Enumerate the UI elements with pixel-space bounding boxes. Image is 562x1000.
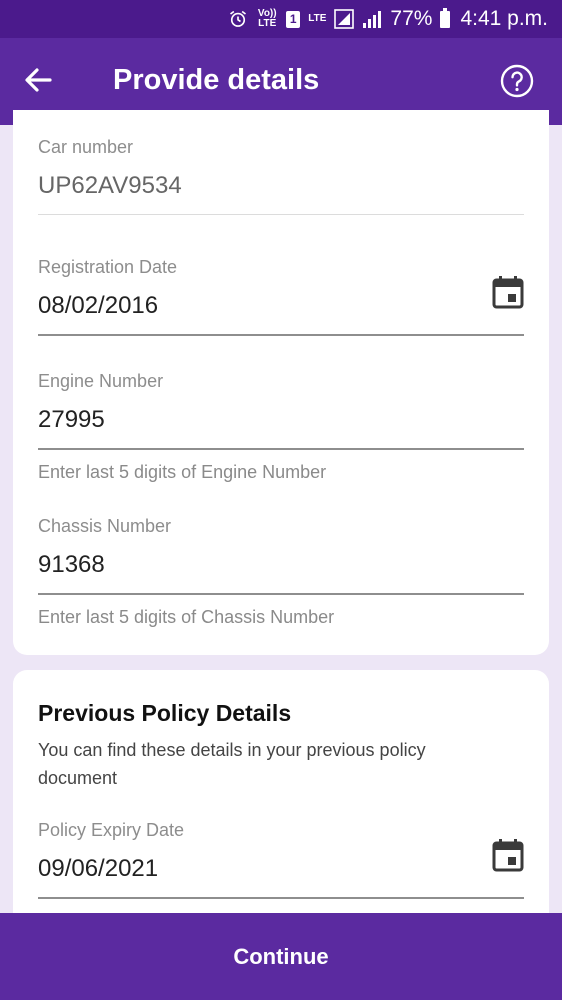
alarm-icon <box>228 9 248 29</box>
calendar-icon[interactable] <box>492 838 524 872</box>
engine-number-underline <box>38 448 524 450</box>
car-number-value: UP62AV9534 <box>38 172 182 199</box>
chassis-number-underline <box>38 593 524 595</box>
lte-icon: LTE <box>308 13 327 24</box>
previous-policy-title: Previous Policy Details <box>38 700 292 726</box>
signal-box-icon <box>334 9 355 29</box>
car-number-field[interactable]: Car number UP62AV9534 <box>38 137 524 215</box>
volte-icon: Vo)) LTE <box>257 8 277 29</box>
registration-date-value: 08/02/2016 <box>38 292 159 319</box>
help-circle-icon[interactable] <box>500 64 534 98</box>
battery-icon <box>440 7 451 28</box>
engine-number-value: 27995 <box>38 406 105 433</box>
policy-expiry-date-field[interactable]: Policy Expiry Date 09/06/2021 <box>38 820 524 899</box>
page-title: Provide details <box>113 64 320 96</box>
calendar-icon[interactable] <box>492 275 524 309</box>
status-bar: Vo)) LTE 1 LTE 77% 4:41 p.m. <box>0 0 562 38</box>
policy-expiry-date-value: 09/06/2021 <box>38 855 159 882</box>
chassis-number-helper: Enter last 5 digits of Chassis Number <box>38 607 335 627</box>
battery-percent: 77% <box>390 7 433 30</box>
arrow-back-icon[interactable] <box>20 60 56 100</box>
vehicle-details-card: Car number UP62AV9534 Registration Date … <box>13 110 549 655</box>
engine-number-helper: Enter last 5 digits of Engine Number <box>38 462 327 482</box>
status-time: 4:41 p.m. <box>460 7 548 30</box>
chassis-number-label: Chassis Number <box>38 516 172 536</box>
chassis-number-field[interactable]: Chassis Number 91368 <box>38 516 524 595</box>
sim-icon: 1 <box>286 10 301 28</box>
policy-expiry-date-underline <box>38 897 524 899</box>
registration-date-field[interactable]: Registration Date 08/02/2016 <box>38 257 524 336</box>
chassis-number-value: 91368 <box>38 551 105 578</box>
engine-number-field[interactable]: Engine Number 27995 <box>38 371 524 450</box>
previous-policy-description: You can find these details in your previ… <box>38 740 426 788</box>
continue-button[interactable]: Continue <box>0 913 562 1000</box>
car-number-label: Car number <box>38 137 134 157</box>
registration-date-label: Registration Date <box>38 257 178 277</box>
policy-expiry-date-label: Policy Expiry Date <box>38 820 185 840</box>
engine-number-label: Engine Number <box>38 371 164 391</box>
signal-icon <box>362 9 382 29</box>
car-number-underline <box>38 214 524 215</box>
registration-date-underline <box>38 334 524 336</box>
